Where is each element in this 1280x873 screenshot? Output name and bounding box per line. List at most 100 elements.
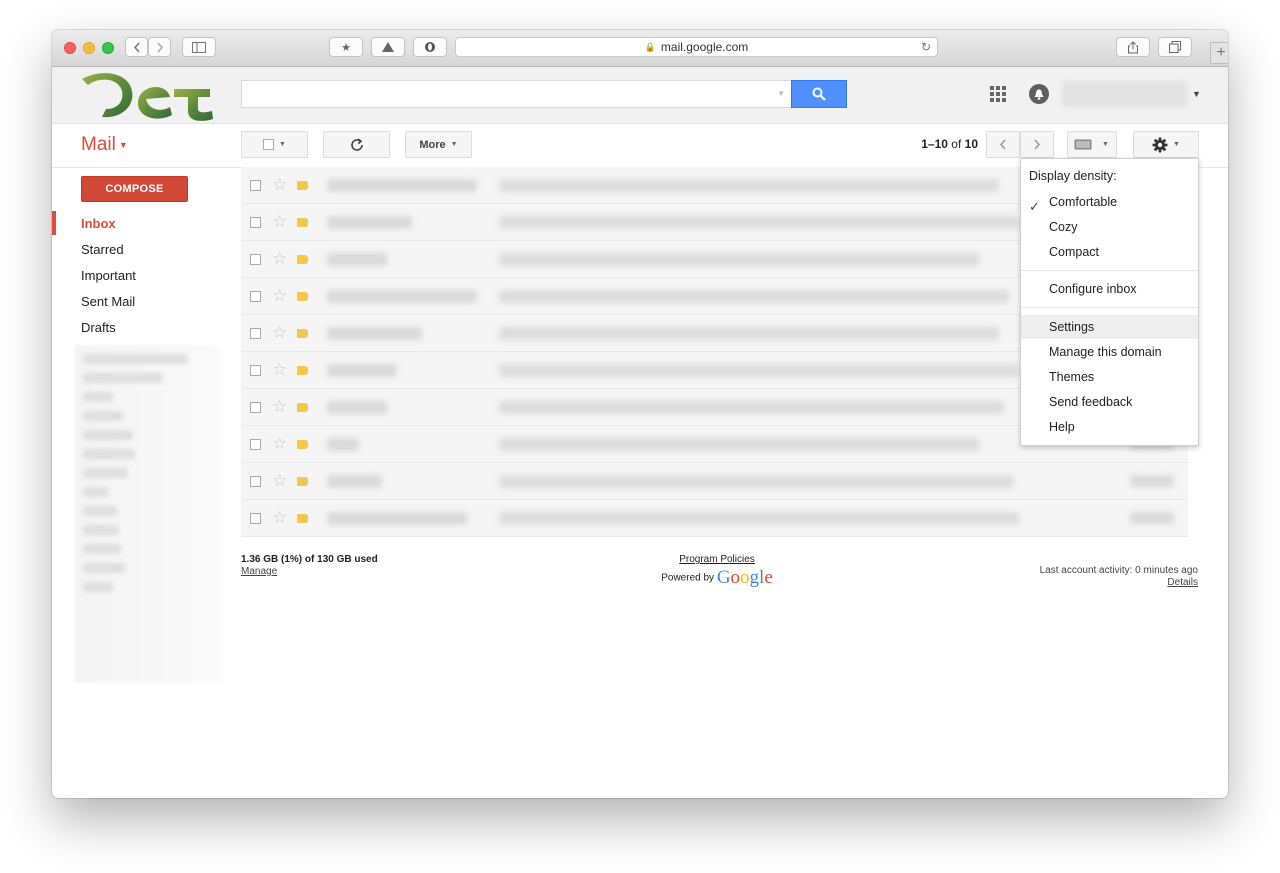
refresh-button[interactable] [323, 131, 390, 158]
menu-item-send-feedback[interactable]: Send feedback [1021, 390, 1198, 414]
menu-item-settings[interactable]: Settings [1021, 315, 1198, 339]
sidebar-item-important[interactable]: Important [81, 268, 136, 283]
sidebar-toggle-button[interactable] [182, 37, 216, 57]
account-switcher[interactable] [1062, 81, 1187, 107]
minimize-window-button[interactable] [83, 42, 95, 54]
address-bar[interactable]: 🔒 mail.google.com ↻ [455, 37, 938, 57]
sidebar-icon [192, 41, 206, 53]
manage-storage-link[interactable]: Manage [241, 566, 378, 578]
row-checkbox[interactable] [250, 476, 261, 487]
star-icon[interactable]: ☆ [272, 471, 287, 491]
row-checkbox[interactable] [250, 291, 261, 302]
menu-item-cozy[interactable]: Cozy [1021, 215, 1198, 239]
sidebar-item-sent-mail[interactable]: Sent Mail [81, 294, 135, 309]
apps-grid-icon[interactable] [990, 86, 1006, 102]
importance-marker-icon[interactable] [297, 440, 308, 449]
star-icon[interactable]: ☆ [272, 434, 287, 454]
menu-item-manage-domain[interactable]: Manage this domain [1021, 340, 1198, 364]
importance-marker-icon[interactable] [297, 181, 308, 190]
search-options-caret-icon[interactable]: ▼ [777, 89, 785, 98]
menu-item-themes[interactable]: Themes [1021, 365, 1198, 389]
zoom-window-button[interactable] [102, 42, 114, 54]
row-subject [499, 327, 999, 340]
newer-button[interactable] [986, 131, 1020, 158]
tabs-icon [1169, 41, 1181, 53]
more-button[interactable]: More ▼ [405, 131, 472, 158]
importance-marker-icon[interactable] [297, 255, 308, 264]
compose-button[interactable]: COMPOSE [81, 176, 188, 202]
menu-separator [1021, 270, 1198, 271]
account-caret-icon[interactable]: ▼ [1192, 89, 1201, 99]
search-button[interactable] [791, 80, 847, 108]
star-icon[interactable]: ☆ [272, 175, 287, 195]
older-button[interactable] [1020, 131, 1054, 158]
mail-app-switcher[interactable]: Mail ▼ [81, 134, 128, 156]
address-text: mail.google.com [660, 40, 749, 54]
table-row[interactable]: ☆ [241, 500, 1188, 537]
active-nav-indicator [52, 211, 56, 235]
importance-marker-icon[interactable] [297, 218, 308, 227]
keyboard-icon [1074, 139, 1092, 150]
pager-status: 1–10 of 10 [892, 137, 978, 151]
mail-label: Mail [81, 134, 116, 155]
brand-logo[interactable] [80, 67, 215, 123]
star-icon[interactable]: ☆ [272, 286, 287, 306]
extension-button[interactable] [371, 37, 405, 57]
opera-extension-button[interactable] [413, 37, 447, 57]
star-icon[interactable]: ☆ [272, 249, 287, 269]
new-tab-button[interactable]: + [1210, 42, 1228, 64]
forward-button[interactable] [148, 37, 171, 57]
share-button[interactable] [1116, 37, 1150, 57]
row-checkbox[interactable] [250, 513, 261, 524]
row-checkbox[interactable] [250, 365, 261, 376]
star-icon[interactable]: ☆ [272, 360, 287, 380]
more-label: More [419, 138, 446, 151]
select-checkbox[interactable] [263, 139, 275, 150]
row-checkbox[interactable] [250, 254, 261, 265]
sidebar-item-starred[interactable]: Starred [81, 242, 124, 257]
settings-button[interactable]: ▼ [1133, 131, 1199, 158]
star-icon[interactable]: ☆ [272, 397, 287, 417]
caret-down-icon: ▼ [1102, 141, 1109, 148]
chevron-left-icon [133, 42, 140, 52]
row-subject [499, 364, 1019, 377]
select-all-button[interactable]: ▼ [241, 131, 308, 158]
table-row[interactable]: ☆ [241, 463, 1188, 500]
importance-marker-icon[interactable] [297, 514, 308, 523]
program-policies-link[interactable]: Program Policies [612, 554, 822, 565]
caret-down-icon: ▼ [450, 141, 458, 148]
reload-icon[interactable]: ↻ [921, 40, 931, 54]
row-sender [327, 290, 477, 303]
star-icon[interactable]: ☆ [272, 508, 287, 528]
importance-marker-icon[interactable] [297, 292, 308, 301]
importance-marker-icon[interactable] [297, 366, 308, 375]
close-window-button[interactable] [64, 42, 76, 54]
row-sender [327, 475, 382, 488]
row-sender [327, 327, 422, 340]
menu-item-compact[interactable]: Compact [1021, 240, 1198, 264]
star-icon[interactable]: ☆ [272, 323, 287, 343]
notifications-bell-icon[interactable] [1029, 84, 1049, 104]
caret-down-icon: ▼ [118, 139, 128, 150]
menu-item-comfortable[interactable]: ✓ Comfortable [1021, 190, 1198, 214]
row-checkbox[interactable] [250, 439, 261, 450]
row-checkbox[interactable] [250, 328, 261, 339]
menu-item-configure-inbox[interactable]: Configure inbox [1021, 277, 1198, 301]
search-input[interactable]: ▼ [241, 80, 792, 108]
activity-details-link[interactable]: Details [982, 577, 1198, 589]
sidebar-item-inbox[interactable]: Inbox [81, 216, 116, 231]
importance-marker-icon[interactable] [297, 477, 308, 486]
row-sender [327, 216, 412, 229]
menu-item-help[interactable]: Help [1021, 415, 1198, 439]
back-button[interactable] [125, 37, 148, 57]
bookmark-button[interactable]: ★ [329, 37, 363, 57]
row-checkbox[interactable] [250, 180, 261, 191]
tabs-overview-button[interactable] [1158, 37, 1192, 57]
row-checkbox[interactable] [250, 402, 261, 413]
importance-marker-icon[interactable] [297, 329, 308, 338]
row-checkbox[interactable] [250, 217, 261, 228]
sidebar-item-drafts[interactable]: Drafts [81, 320, 116, 335]
importance-marker-icon[interactable] [297, 403, 308, 412]
star-icon[interactable]: ☆ [272, 212, 287, 232]
input-tools-button[interactable]: ▼ [1067, 131, 1117, 158]
